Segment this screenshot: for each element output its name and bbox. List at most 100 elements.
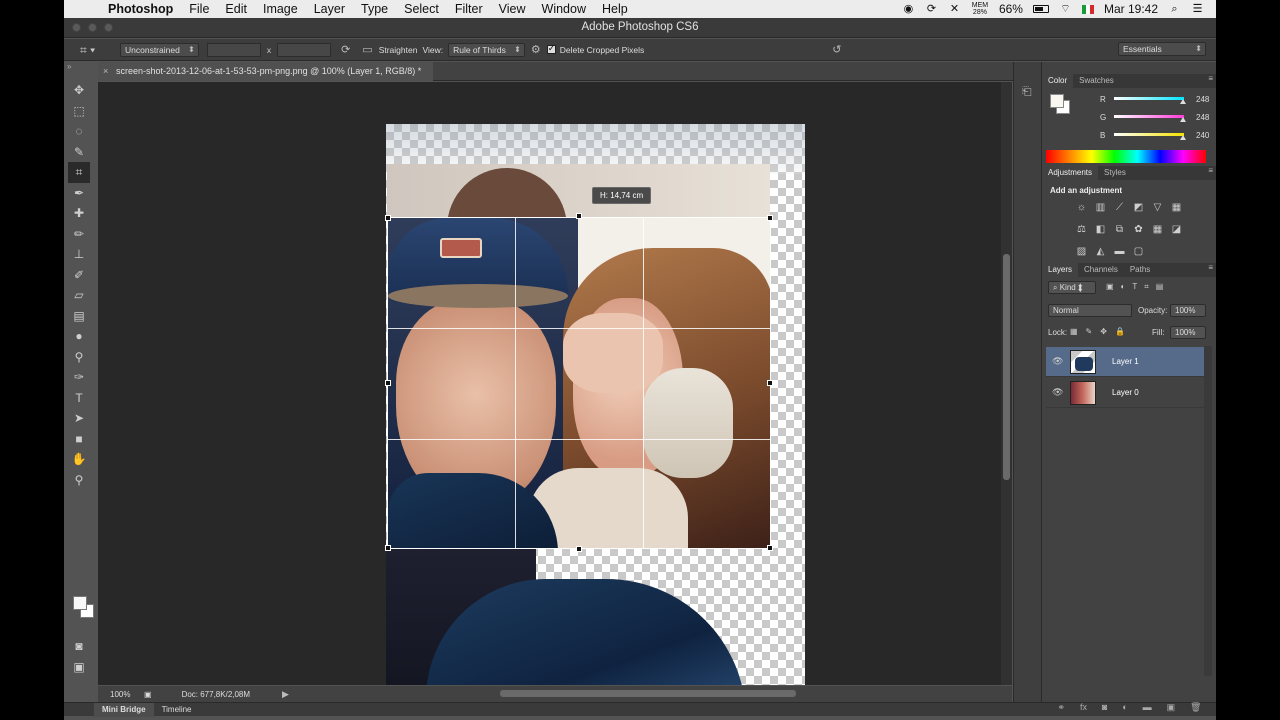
move-tool-icon[interactable]: ✥ xyxy=(68,80,90,101)
menu-filter[interactable]: Filter xyxy=(447,2,491,16)
blue-slider-knob[interactable] xyxy=(1180,135,1186,140)
canvas-vertical-scrollbar[interactable] xyxy=(1001,82,1012,685)
crop-tool-icon[interactable]: ⌗ xyxy=(68,162,90,183)
menu-photoshop[interactable]: Photoshop xyxy=(100,2,181,16)
scroll-thumb[interactable] xyxy=(1003,254,1010,480)
menu-edit[interactable]: Edit xyxy=(217,2,255,16)
color-swatches[interactable] xyxy=(73,588,97,628)
crop-height-field[interactable] xyxy=(277,42,332,57)
delete-cropped-label[interactable]: Delete Cropped Pixels xyxy=(560,45,645,55)
document-tab[interactable]: × screen-shot-2013-12-06-at-1-53-53-pm-p… xyxy=(98,62,434,81)
status-menu-arrow-icon[interactable]: ▶ xyxy=(282,689,289,700)
tab-timeline[interactable]: Timeline xyxy=(154,703,200,717)
green-value[interactable]: 248 xyxy=(1196,113,1209,122)
menu-view[interactable]: View xyxy=(491,2,534,16)
color-spectrum-ramp[interactable] xyxy=(1046,150,1206,163)
opacity-field[interactable]: 100% xyxy=(1170,304,1206,317)
zoom-level[interactable]: 100% xyxy=(98,690,144,699)
crop-handle-top-left[interactable] xyxy=(385,215,391,221)
crop-settings-gear-icon[interactable]: ⚙ xyxy=(531,43,541,56)
canvas-area[interactable]: H: 14,74 cm xyxy=(98,82,1001,685)
layer-name[interactable]: Layer 1 xyxy=(1112,357,1139,366)
menu-window[interactable]: Window xyxy=(534,2,594,16)
straighten-label[interactable]: Straighten xyxy=(379,45,418,55)
crop-handle-bottom-right[interactable] xyxy=(767,545,773,551)
history-brush-tool-icon[interactable]: ✐ xyxy=(68,265,90,286)
red-slider-track[interactable] xyxy=(1114,97,1184,100)
swap-dimensions-icon[interactable]: ⟳ xyxy=(341,43,350,56)
foreground-color-swatch[interactable] xyxy=(73,596,87,610)
delete-layer-icon[interactable]: 🗑 xyxy=(1190,702,1201,716)
tab-color[interactable]: Color xyxy=(1042,74,1074,88)
type-tool-icon[interactable]: T xyxy=(68,388,90,409)
visibility-eye-icon[interactable]: 👁 xyxy=(1052,387,1063,398)
levels-icon[interactable]: ▥ xyxy=(1091,196,1110,218)
hue-saturation-icon[interactable]: ▦ xyxy=(1167,196,1186,218)
panel-foreground-swatch[interactable] xyxy=(1050,94,1064,108)
exposure-icon[interactable]: ◩ xyxy=(1129,196,1148,218)
menu-clock[interactable]: Mar 19:42 xyxy=(1104,2,1158,16)
photo-filter-icon[interactable]: ⧉ xyxy=(1110,218,1129,240)
blue-slider-track[interactable] xyxy=(1114,133,1184,136)
tab-adjustments[interactable]: Adjustments xyxy=(1042,166,1099,180)
tab-styles[interactable]: Styles xyxy=(1098,166,1132,180)
history-panel-icon[interactable]: ⎗ xyxy=(1022,84,1032,99)
color-balance-icon[interactable]: ⚖ xyxy=(1072,218,1091,240)
red-value[interactable]: 248 xyxy=(1196,95,1209,104)
layers-scrollbar[interactable] xyxy=(1204,346,1212,676)
brush-tool-icon[interactable]: ✏ xyxy=(68,224,90,245)
layer-filter-icons[interactable]: ▣◐T⌗▤ xyxy=(1106,282,1170,292)
add-mask-icon[interactable]: ◙ xyxy=(1102,702,1107,716)
menu-select[interactable]: Select xyxy=(396,2,447,16)
crop-handle-right[interactable] xyxy=(767,380,773,386)
new-layer-icon[interactable]: ▣ xyxy=(1167,702,1176,716)
crop-box[interactable] xyxy=(387,217,771,549)
red-slider[interactable]: R 248 xyxy=(1092,92,1212,106)
crop-ratio-dropdown[interactable]: Unconstrained xyxy=(120,42,199,57)
search-icon[interactable]: ⌕ xyxy=(1168,3,1181,15)
threshold-icon[interactable]: ◭ xyxy=(1091,240,1110,262)
layer-row-layer-1[interactable]: 👁 Layer 1 xyxy=(1046,347,1204,377)
layer-name[interactable]: Layer 0 xyxy=(1112,388,1139,397)
new-adjustment-layer-icon[interactable]: ◐ xyxy=(1122,702,1127,716)
straighten-icon[interactable]: ▭ xyxy=(362,43,372,56)
crop-handle-bottom-left[interactable] xyxy=(385,545,391,551)
channel-mixer-icon[interactable]: ✿ xyxy=(1129,218,1148,240)
black-white-icon[interactable]: ◧ xyxy=(1091,218,1110,240)
crop-handle-bottom[interactable] xyxy=(576,546,582,552)
tab-layers[interactable]: Layers xyxy=(1042,263,1079,277)
path-selection-tool-icon[interactable]: ➤ xyxy=(68,408,90,429)
hand-tool-icon[interactable]: ✋ xyxy=(68,449,90,470)
layer-filter-kind-dropdown[interactable]: ⌕ Kind ⬍ xyxy=(1048,281,1096,294)
eyedropper-tool-icon[interactable]: ✒ xyxy=(68,183,90,204)
lasso-tool-icon[interactable]: ◌ xyxy=(68,121,90,142)
zoom-tool-icon[interactable]: ⚲ xyxy=(68,470,90,491)
delete-cropped-checkbox[interactable] xyxy=(546,43,556,54)
record-icon[interactable]: ◉ xyxy=(902,3,915,15)
eraser-tool-icon[interactable]: ▱ xyxy=(68,285,90,306)
blue-slider[interactable]: B 240 xyxy=(1092,128,1212,142)
list-icon[interactable]: ☰ xyxy=(1191,3,1204,15)
fill-field[interactable]: 100% xyxy=(1170,326,1206,339)
visibility-eye-icon[interactable]: 👁 xyxy=(1052,356,1063,367)
screen-mode-icon[interactable]: ▣ xyxy=(68,657,90,678)
vibrance-icon[interactable]: ▽ xyxy=(1148,196,1167,218)
dodge-tool-icon[interactable]: ⚲ xyxy=(68,347,90,368)
menu-file[interactable]: File xyxy=(181,2,217,16)
panel-menu-icon[interactable]: ≡ xyxy=(1208,74,1216,88)
green-slider[interactable]: G 248 xyxy=(1092,110,1212,124)
crop-handle-top[interactable] xyxy=(576,213,582,219)
link-layers-icon[interactable]: ⚭ xyxy=(1057,702,1065,716)
menu-image[interactable]: Image xyxy=(255,2,306,16)
tab-paths[interactable]: Paths xyxy=(1124,263,1156,277)
quick-mask-icon[interactable]: ◙ xyxy=(68,636,90,657)
layer-row-layer-0[interactable]: 👁 Layer 0 xyxy=(1046,378,1204,408)
crop-handle-top-right[interactable] xyxy=(767,215,773,221)
flag-italy-icon[interactable] xyxy=(1081,4,1094,14)
panel-menu-icon[interactable]: ≡ xyxy=(1208,263,1216,277)
memory-indicator[interactable]: MEM 28% xyxy=(971,2,989,16)
gradient-tool-icon[interactable]: ▤ xyxy=(68,306,90,327)
canvas-horizontal-scrollbar[interactable] xyxy=(500,690,796,697)
crop-width-field[interactable] xyxy=(206,42,261,57)
clone-stamp-tool-icon[interactable]: ⊥ xyxy=(68,244,90,265)
